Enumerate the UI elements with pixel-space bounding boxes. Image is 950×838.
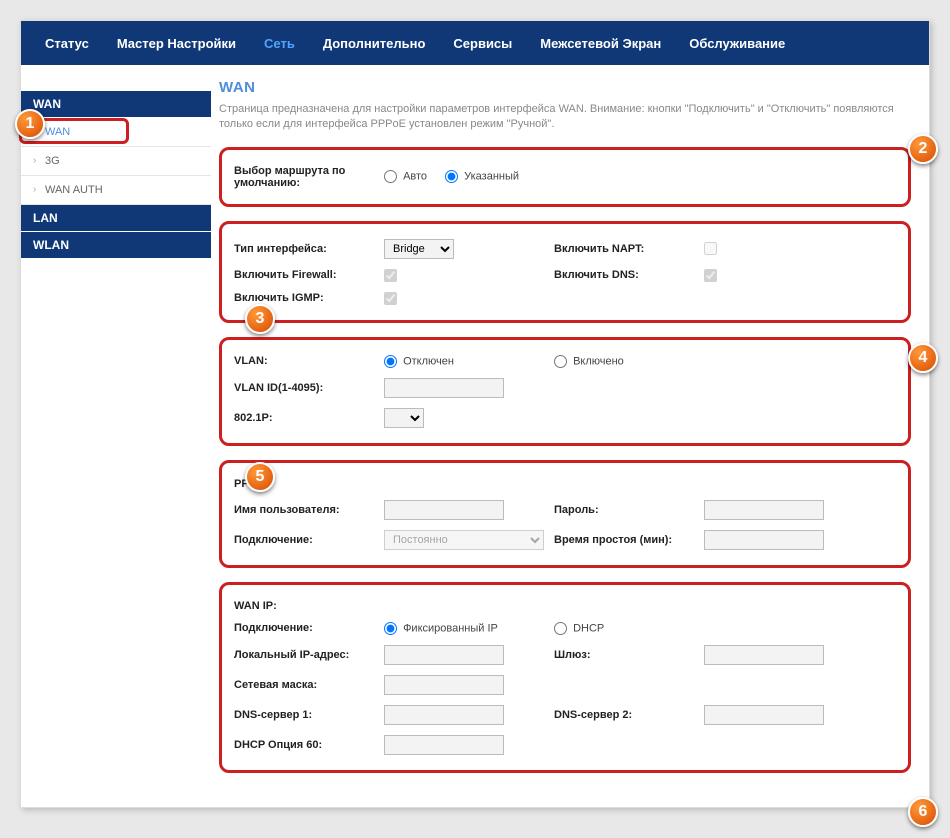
wanip-gw-label: Шлюз:: [554, 649, 704, 661]
sidebar-item-wan-auth[interactable]: WAN AUTH: [21, 176, 211, 205]
route-auto-radio[interactable]: [384, 170, 397, 183]
wanip-fixed-text: Фиксированный IP: [403, 622, 498, 634]
marker-1: 1: [15, 109, 45, 139]
vlan-off-text: Отключен: [403, 355, 454, 367]
vlan-id-label: VLAN ID(1-4095):: [234, 382, 384, 394]
route-auto-option[interactable]: Авто: [384, 170, 427, 183]
page-title: WAN: [219, 79, 911, 96]
wanip-dns1-input[interactable]: [384, 705, 504, 725]
vlan-id-input[interactable]: [384, 378, 504, 398]
ppp-conn-select[interactable]: Постоянно: [384, 530, 544, 550]
ppp-user-label: Имя пользователя:: [234, 504, 384, 516]
block-wanip: WAN IP: Подключение: Фиксированный IP DH…: [219, 582, 911, 773]
marker-6: 6: [908, 797, 938, 827]
ppp-pass-label: Пароль:: [554, 504, 704, 516]
nav-item-5[interactable]: Межсетевой Экран: [526, 36, 675, 51]
vlan-off-option[interactable]: Отключен: [384, 355, 454, 368]
iface-type-label: Тип интерфейса:: [234, 243, 384, 255]
fw-label: Включить Firewall:: [234, 269, 384, 281]
nav-item-3[interactable]: Дополнительно: [309, 36, 440, 51]
block-ppp: PPP: Имя пользователя: Пароль: Подключен…: [219, 460, 911, 568]
sidebar-head-wlan[interactable]: WLAN: [21, 232, 211, 259]
wanip-fixed-option[interactable]: Фиксированный IP: [384, 622, 498, 635]
vlan-label: VLAN:: [234, 355, 384, 367]
vlan-p-label: 802.1P:: [234, 412, 384, 424]
vlan-p-select[interactable]: [384, 408, 424, 428]
wanip-local-label: Локальный IP-адрес:: [234, 649, 384, 661]
wanip-fixed-radio[interactable]: [384, 622, 397, 635]
block-route: Выбор маршрута по умолчанию: Авто Указан…: [219, 147, 911, 207]
wanip-dns1-label: DNS-сервер 1:: [234, 709, 384, 721]
wanip-opt60-input[interactable]: [384, 735, 504, 755]
wanip-local-input[interactable]: [384, 645, 504, 665]
wanip-dns2-label: DNS-сервер 2:: [554, 709, 704, 721]
route-auto-text: Авто: [403, 171, 427, 183]
sidebar-head-wan[interactable]: WAN: [21, 91, 211, 118]
ppp-conn-label: Подключение:: [234, 534, 384, 546]
wanip-mask-label: Сетевая маска:: [234, 679, 384, 691]
block-interface: Тип интерфейса: Bridge Включить NAPT: Вк…: [219, 221, 911, 323]
wanip-opt60-label: DHCP Опция 60:: [234, 739, 384, 751]
marker-5: 5: [245, 462, 275, 492]
app-panel: СтатусМастер НастройкиСетьДополнительноС…: [20, 20, 930, 808]
sidebar: WANWAN3GWAN AUTHLANWLAN: [21, 65, 211, 807]
marker-3: 3: [245, 304, 275, 334]
route-spec-radio[interactable]: [445, 170, 458, 183]
vlan-off-radio[interactable]: [384, 355, 397, 368]
iface-type-select[interactable]: Bridge: [384, 239, 454, 259]
dns-label: Включить DNS:: [554, 269, 704, 281]
top-nav: СтатусМастер НастройкиСетьДополнительноС…: [21, 21, 929, 65]
nav-item-2[interactable]: Сеть: [250, 36, 309, 51]
block-vlan: VLAN: Отключен Включено: [219, 337, 911, 446]
wanip-mask-input[interactable]: [384, 675, 504, 695]
ppp-idle-label: Время простоя (мин):: [554, 534, 704, 546]
ppp-idle-input[interactable]: [704, 530, 824, 550]
page-desc: Страница предназначена для настройки пар…: [219, 102, 911, 133]
marker-2: 2: [908, 134, 938, 164]
napt-checkbox[interactable]: [704, 242, 717, 255]
nav-item-4[interactable]: Сервисы: [439, 36, 526, 51]
wanip-conn-label: Подключение:: [234, 622, 384, 634]
igmp-checkbox[interactable]: [384, 292, 397, 305]
sidebar-item-wan[interactable]: WAN: [21, 118, 211, 147]
igmp-label: Включить IGMP:: [234, 292, 384, 304]
wanip-dhcp-option[interactable]: DHCP: [554, 622, 604, 635]
nav-item-1[interactable]: Мастер Настройки: [103, 36, 250, 51]
wanip-dns2-input[interactable]: [704, 705, 824, 725]
main-content: WAN Страница предназначена для настройки…: [211, 65, 929, 807]
ppp-user-input[interactable]: [384, 500, 504, 520]
nav-item-0[interactable]: Статус: [31, 36, 103, 51]
nav-item-6[interactable]: Обслуживание: [675, 36, 799, 51]
route-options: Авто Указанный: [384, 170, 896, 183]
fw-checkbox[interactable]: [384, 269, 397, 282]
marker-4: 4: [908, 343, 938, 373]
wanip-dhcp-radio[interactable]: [554, 622, 567, 635]
ppp-pass-input[interactable]: [704, 500, 824, 520]
sidebar-head-lan[interactable]: LAN: [21, 205, 211, 232]
wanip-head: WAN IP:: [234, 600, 384, 612]
route-label: Выбор маршрута по умолчанию:: [234, 165, 384, 189]
route-spec-option[interactable]: Указанный: [445, 170, 519, 183]
route-spec-text: Указанный: [464, 171, 519, 183]
vlan-on-text: Включено: [573, 355, 624, 367]
sidebar-item-3g[interactable]: 3G: [21, 147, 211, 176]
vlan-on-option[interactable]: Включено: [554, 355, 624, 368]
wanip-gw-input[interactable]: [704, 645, 824, 665]
wanip-dhcp-text: DHCP: [573, 622, 604, 634]
vlan-on-radio[interactable]: [554, 355, 567, 368]
napt-label: Включить NAPT:: [554, 243, 704, 255]
dns-checkbox[interactable]: [704, 269, 717, 282]
